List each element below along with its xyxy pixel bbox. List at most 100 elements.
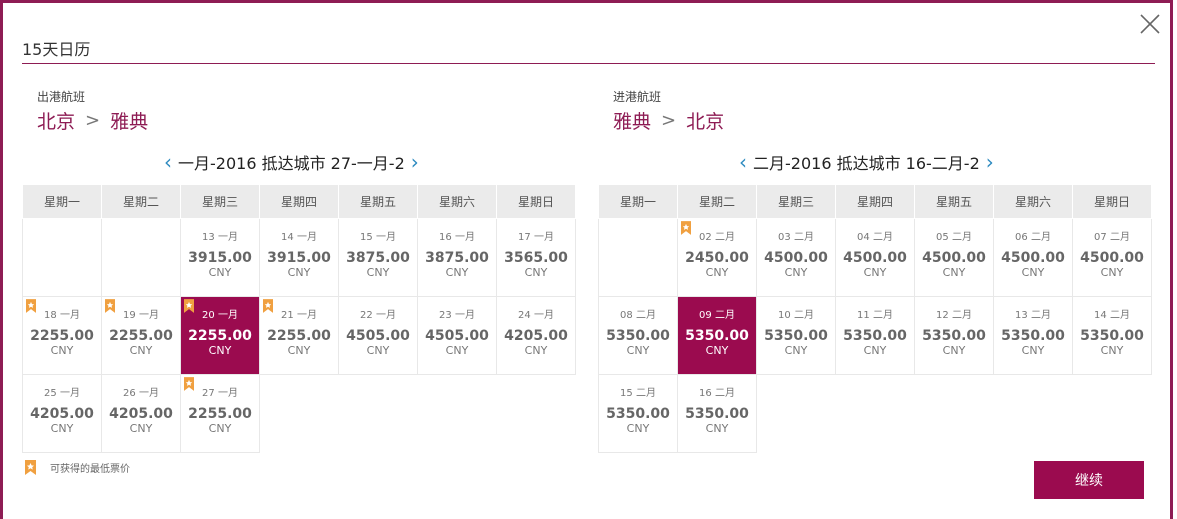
- day-currency: CNY: [445, 266, 469, 279]
- day-price: 5350.00: [1080, 328, 1144, 344]
- inbound-panel: 进港航班 雅典 > 北京: [613, 88, 724, 134]
- inbound-from: 雅典: [613, 111, 652, 133]
- day-currency: CNY: [942, 344, 966, 357]
- empty-day-cell: [339, 375, 418, 453]
- outbound-calendar: 星期一 星期二 星期三 星期四 星期五 星期六 星期日 13 一月 3915.00 CNY 14 一…: [22, 184, 576, 453]
- day-cell[interactable]: 13 一月 3915.00 CNY: [180, 218, 260, 297]
- day-cell-selected[interactable]: 20 一月 2255.00 CNY: [180, 296, 260, 375]
- calendar-week-row: 02 二月 2450.00 CNY 03 二月 4500.00 CNY 04 二月 4500.…: [598, 218, 1152, 297]
- day-cell[interactable]: 08 二月 5350.00 CNY: [598, 296, 678, 375]
- day-cell[interactable]: 03 二月 4500.00 CNY: [756, 218, 836, 297]
- day-date: 03 二月: [778, 232, 814, 243]
- day-cell[interactable]: 02 二月 2450.00 CNY: [677, 218, 757, 297]
- day-cell[interactable]: 13 二月 5350.00 CNY: [993, 296, 1073, 375]
- day-cell[interactable]: 16 二月 5350.00 CNY: [677, 374, 757, 453]
- lowest-fare-badge-icon: [263, 299, 273, 313]
- day-date: 10 二月: [778, 310, 814, 321]
- empty-day-cell: [757, 375, 836, 453]
- day-date: 26 一月: [123, 388, 159, 399]
- day-date: 09 二月: [699, 310, 735, 321]
- day-cell[interactable]: 22 一月 4505.00 CNY: [338, 296, 418, 375]
- day-cell[interactable]: 27 一月 2255.00 CNY: [180, 374, 260, 453]
- close-icon[interactable]: [1138, 12, 1162, 36]
- inbound-to: 北京: [686, 111, 725, 133]
- day-price: 5350.00: [606, 328, 670, 344]
- inbound-calendar: 星期一 星期二 星期三 星期四 星期五 星期六 星期日 02 二月 2450.00 CNY 03 二…: [598, 184, 1152, 453]
- day-price: 4205.00: [109, 406, 173, 422]
- day-cell[interactable]: 17 一月 3565.00 CNY: [496, 218, 576, 297]
- inbound-nav: ‹ 二月-2016 抵达城市 16-二月-2 ›: [733, 150, 1000, 174]
- day-cell[interactable]: 06 二月 4500.00 CNY: [993, 218, 1073, 297]
- day-currency: CNY: [445, 344, 469, 357]
- day-cell[interactable]: 18 一月 2255.00 CNY: [22, 296, 102, 375]
- day-price: 3565.00: [504, 250, 568, 266]
- day-cell[interactable]: 07 二月 4500.00 CNY: [1072, 218, 1152, 297]
- day-cell[interactable]: 19 一月 2255.00 CNY: [101, 296, 181, 375]
- day-price: 5350.00: [606, 406, 670, 422]
- day-price: 2255.00: [30, 328, 94, 344]
- chevron-right-icon[interactable]: ›: [980, 150, 1000, 174]
- day-currency: CNY: [208, 266, 232, 279]
- day-price: 4505.00: [425, 328, 489, 344]
- day-price: 4500.00: [843, 250, 907, 266]
- day-price: 2255.00: [188, 328, 252, 344]
- day-price: 5350.00: [922, 328, 986, 344]
- day-price: 4500.00: [922, 250, 986, 266]
- day-cell-selected[interactable]: 09 二月 5350.00 CNY: [677, 296, 757, 375]
- day-date: 07 二月: [1094, 232, 1130, 243]
- day-currency: CNY: [1021, 344, 1045, 357]
- lowest-fare-badge-icon: [184, 299, 194, 313]
- day-cell[interactable]: 05 二月 4500.00 CNY: [914, 218, 994, 297]
- day-currency: CNY: [1021, 266, 1045, 279]
- day-cell[interactable]: 15 二月 5350.00 CNY: [598, 374, 678, 453]
- day-cell[interactable]: 12 二月 5350.00 CNY: [914, 296, 994, 375]
- day-date: 08 二月: [620, 310, 656, 321]
- day-cell[interactable]: 04 二月 4500.00 CNY: [835, 218, 915, 297]
- weekday-header: 星期六: [993, 184, 1073, 219]
- day-cell[interactable]: 11 二月 5350.00 CNY: [835, 296, 915, 375]
- chevron-left-icon[interactable]: ‹: [733, 150, 753, 174]
- outbound-nav-text: 一月-2016 抵达城市 27-一月-2: [178, 154, 405, 173]
- legend-text: 可获得的最低票价: [50, 464, 130, 475]
- day-cell[interactable]: 16 一月 3875.00 CNY: [417, 218, 497, 297]
- day-currency: CNY: [863, 266, 887, 279]
- day-currency: CNY: [208, 344, 232, 357]
- day-price: 3875.00: [425, 250, 489, 266]
- day-cell[interactable]: 14 一月 3915.00 CNY: [259, 218, 339, 297]
- route-arrow-icon: >: [661, 110, 677, 131]
- empty-day-cell: [497, 375, 576, 453]
- outbound-label: 出港航班: [37, 90, 86, 104]
- day-currency: CNY: [129, 344, 153, 357]
- day-price: 5350.00: [685, 328, 749, 344]
- empty-day-cell: [101, 218, 181, 297]
- day-cell[interactable]: 15 一月 3875.00 CNY: [338, 218, 418, 297]
- day-cell[interactable]: 21 一月 2255.00 CNY: [259, 296, 339, 375]
- day-cell[interactable]: 25 一月 4205.00 CNY: [22, 374, 102, 453]
- day-cell[interactable]: 10 二月 5350.00 CNY: [756, 296, 836, 375]
- day-cell[interactable]: 14 二月 5350.00 CNY: [1072, 296, 1152, 375]
- inbound-route: 雅典 > 北京: [613, 107, 724, 134]
- day-date: 23 一月: [439, 310, 475, 321]
- day-currency: CNY: [784, 266, 808, 279]
- weekday-header: 星期五: [338, 184, 418, 219]
- day-date: 04 二月: [857, 232, 893, 243]
- continue-button[interactable]: 继续: [1034, 461, 1144, 499]
- weekday-header: 星期日: [1072, 184, 1152, 219]
- day-date: 14 二月: [1094, 310, 1130, 321]
- day-cell[interactable]: 23 一月 4505.00 CNY: [417, 296, 497, 375]
- day-cell[interactable]: 24 一月 4205.00 CNY: [496, 296, 576, 375]
- chevron-left-icon[interactable]: ‹: [158, 150, 178, 174]
- day-price: 4500.00: [1001, 250, 1065, 266]
- calendar-week-row: 25 一月 4205.00 CNY 26 一月 4205.00 CNY 27 一月 2255.…: [22, 374, 576, 453]
- weekday-header: 星期五: [914, 184, 994, 219]
- weekday-header: 星期三: [756, 184, 836, 219]
- day-currency: CNY: [705, 344, 729, 357]
- chevron-right-icon[interactable]: ›: [405, 150, 425, 174]
- day-currency: CNY: [287, 266, 311, 279]
- day-cell[interactable]: 26 一月 4205.00 CNY: [101, 374, 181, 453]
- inbound-label: 进港航班: [613, 90, 662, 104]
- weekday-header: 星期日: [496, 184, 576, 219]
- day-price: 4205.00: [504, 328, 568, 344]
- day-price: 2450.00: [685, 250, 749, 266]
- calendar-week-row: 15 二月 5350.00 CNY 16 二月 5350.00 CNY: [598, 374, 1152, 453]
